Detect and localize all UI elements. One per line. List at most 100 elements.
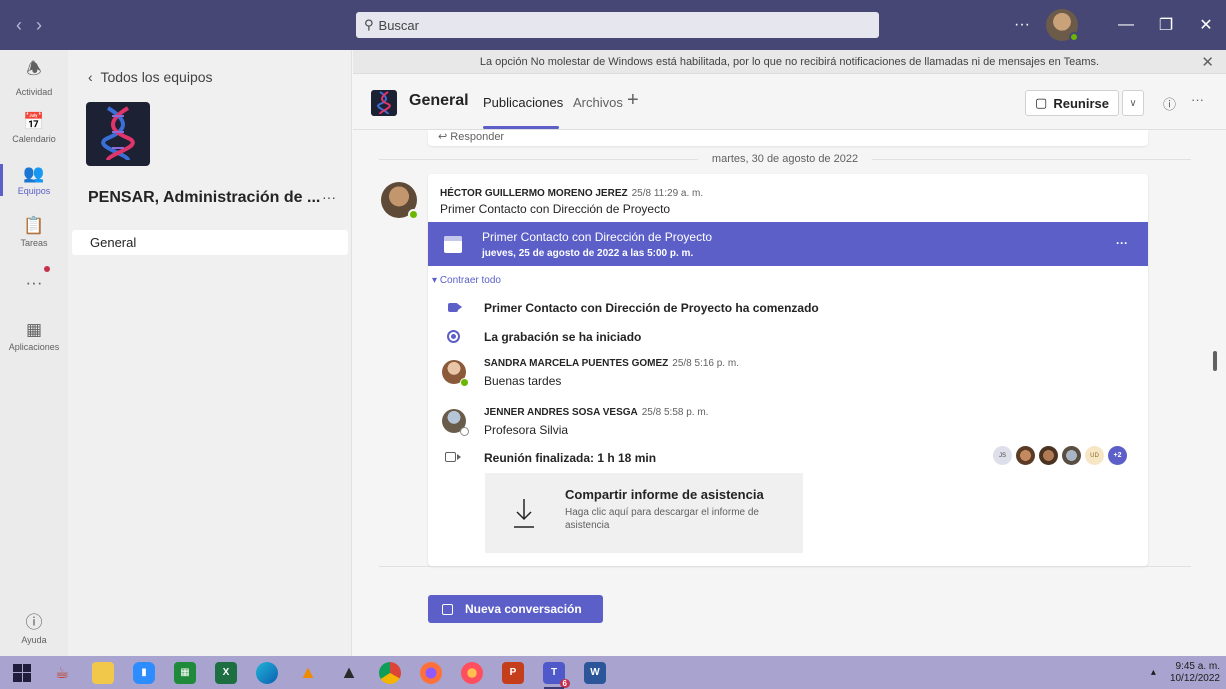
attendance-description: Haga clic aquí para descargar el informe… (565, 507, 759, 531)
tab-publicaciones[interactable]: Publicaciones (483, 95, 563, 110)
rail-activity[interactable]: 🕭 Actividad (0, 50, 68, 102)
post-author[interactable]: HÉCTOR GUILLERMO MORENO JEREZ (440, 188, 628, 199)
team-panel: ‹ Todos los equipos PENSAR, Administraci… (68, 50, 352, 656)
presence-offline-icon (460, 427, 469, 436)
record-icon (445, 330, 461, 346)
participant-avatar[interactable]: JS (993, 446, 1012, 465)
date-separator: martes, 30 de agosto de 2022 (379, 150, 1192, 168)
windows-logo-icon (13, 663, 31, 682)
meeting-time: jueves, 25 de agosto de 2022 a las 5:00 … (482, 248, 694, 259)
post-subject: Primer Contacto con Dirección de Proyect… (440, 202, 671, 216)
author-avatar[interactable] (381, 182, 419, 220)
meeting-more-icon[interactable]: ··· (1116, 236, 1128, 250)
reply-arrow-icon: ↩ (438, 131, 448, 143)
back-arrow-icon[interactable]: ‹ (16, 15, 22, 36)
reply-message: Profesora Silvia (484, 423, 569, 437)
taskbar-file-explorer-icon[interactable] (85, 656, 121, 689)
meet-dropdown-chevron-icon[interactable]: ∨ (1122, 90, 1144, 116)
meeting-bar[interactable]: Primer Contacto con Dirección de Proyect… (428, 222, 1148, 266)
rail-label: Calendario (12, 134, 56, 144)
divider (379, 158, 698, 160)
rail-teams[interactable]: 👥 Equipos (0, 154, 68, 206)
participant-avatar[interactable] (1062, 446, 1081, 465)
caret-down-icon: ▾ (432, 275, 438, 286)
participant-avatar[interactable] (1016, 446, 1035, 465)
teams-notification-badge: 6 (559, 678, 570, 688)
search-input[interactable]: ⚲ Buscar (356, 12, 879, 38)
rail-tasks[interactable]: 📋 Tareas (0, 206, 68, 258)
video-icon (445, 301, 462, 315)
system-tray: ▴ 9:45 a. m. 10/12/2022 (1151, 656, 1220, 689)
profile-avatar[interactable] (1046, 9, 1079, 42)
avatar[interactable] (442, 409, 469, 436)
taskbar-chrome-icon[interactable] (372, 656, 408, 689)
taskbar-firefox-icon[interactable] (413, 656, 449, 689)
team-name: PENSAR, Administración de ... (88, 189, 321, 206)
close-icon[interactable]: ✕ (1201, 53, 1214, 71)
rail-calendar[interactable]: 📅 Calendario (0, 102, 68, 154)
system-clock[interactable]: 9:45 a. m. 10/12/2022 (1170, 661, 1220, 685)
attendance-report-card[interactable]: Compartir informe de asistencia Haga cli… (485, 473, 803, 553)
avatar[interactable] (442, 360, 469, 387)
tray-chevron-up-icon[interactable]: ▴ (1151, 667, 1156, 678)
collapse-all-link[interactable]: ▾ Contraer todo (432, 275, 501, 286)
team-more-icon[interactable]: ··· (322, 189, 336, 205)
participant-avatar[interactable] (1039, 446, 1058, 465)
taskbar-teams-icon[interactable]: T6 (536, 656, 572, 689)
taskbar-edge-icon[interactable] (249, 656, 285, 689)
minimize-button[interactable]: — (1106, 16, 1146, 34)
all-teams-link[interactable]: ‹ Todos los equipos (88, 69, 213, 85)
rail-help[interactable]: ⓘ Ayuda (0, 600, 68, 652)
meeting-title: Primer Contacto con Dirección de Proyect… (482, 230, 713, 244)
more-apps-icon: ··· (25, 273, 43, 292)
restore-button[interactable]: ❐ (1146, 15, 1186, 35)
add-tab-icon[interactable]: + (627, 89, 639, 112)
taskbar-java-icon[interactable]: ☕ (44, 656, 80, 689)
taskbar-word-icon[interactable]: W (577, 656, 613, 689)
reply-stub[interactable]: ↩ Responder (428, 130, 1148, 146)
presence-available-icon (460, 378, 469, 387)
reply-time: 25/8 5:58 p. m. (641, 407, 709, 418)
taskbar-vlc-icon[interactable]: ▲ (290, 656, 326, 689)
video-camera-icon: ▢ (1035, 95, 1048, 110)
notification-dot (44, 266, 50, 272)
collapse-label: Contraer todo (439, 275, 501, 286)
more-options-icon[interactable]: ··· (1014, 16, 1030, 34)
participant-avatar[interactable]: UD (1085, 446, 1104, 465)
info-icon[interactable]: ⓘ (1163, 94, 1176, 113)
divider (872, 158, 1192, 160)
taskbar-powerpoint-icon[interactable]: P (495, 656, 531, 689)
divider (379, 566, 1191, 567)
taskbar-excel-icon[interactable]: X (208, 656, 244, 689)
calendar-icon (444, 236, 462, 253)
more-participants-badge[interactable]: +2 (1108, 446, 1127, 465)
meet-button[interactable]: ▢ Reunirse (1025, 90, 1119, 116)
tab-archivos[interactable]: Archivos (573, 95, 623, 110)
windows-start-button[interactable] (0, 656, 44, 689)
taskbar-inkscape-icon[interactable]: ▲ (331, 656, 367, 689)
reply-message: Buenas tardes (484, 374, 562, 388)
reply-time: 25/8 5:16 p. m. (672, 358, 739, 369)
more-options-icon[interactable]: ··· (1191, 92, 1204, 107)
taskbar-firefox-icon[interactable] (454, 656, 490, 689)
meeting-ended-text: Reunión finalizada: 1 h 18 min (484, 451, 657, 465)
taskbar-store-icon[interactable]: ▦ (167, 656, 203, 689)
scrollbar-thumb[interactable] (1213, 351, 1217, 371)
forward-arrow-icon[interactable]: › (36, 15, 42, 36)
rail-apps[interactable]: ▦ Aplicaciones (0, 310, 68, 362)
channel-general[interactable]: General (72, 230, 348, 255)
close-window-button[interactable]: ✕ (1186, 15, 1226, 35)
reply-author[interactable]: JENNER ANDRES SOSA VESGA (484, 407, 638, 418)
attendance-title: Compartir informe de asistencia (565, 487, 764, 502)
rail-more-apps[interactable]: ··· (0, 258, 68, 310)
taskbar-zoom-icon[interactable]: ▮ (126, 656, 162, 689)
participant-list[interactable]: JS UD +2 (993, 446, 1127, 465)
post-card: HÉCTOR GUILLERMO MORENO JEREZ 25/8 11:29 … (428, 174, 1148, 566)
title-bar: ‹ › ⚲ Buscar ··· — ❐ ✕ (0, 0, 1226, 50)
reply-author[interactable]: SANDRA MARCELA PUENTES GOMEZ (484, 358, 668, 369)
apps-icon: ▦ (25, 320, 43, 339)
presence-available-icon (408, 209, 419, 220)
new-conversation-button[interactable]: Nueva conversación (428, 595, 603, 623)
calendar-icon: 📅 (23, 112, 45, 131)
tasks-icon: 📋 (23, 216, 45, 235)
